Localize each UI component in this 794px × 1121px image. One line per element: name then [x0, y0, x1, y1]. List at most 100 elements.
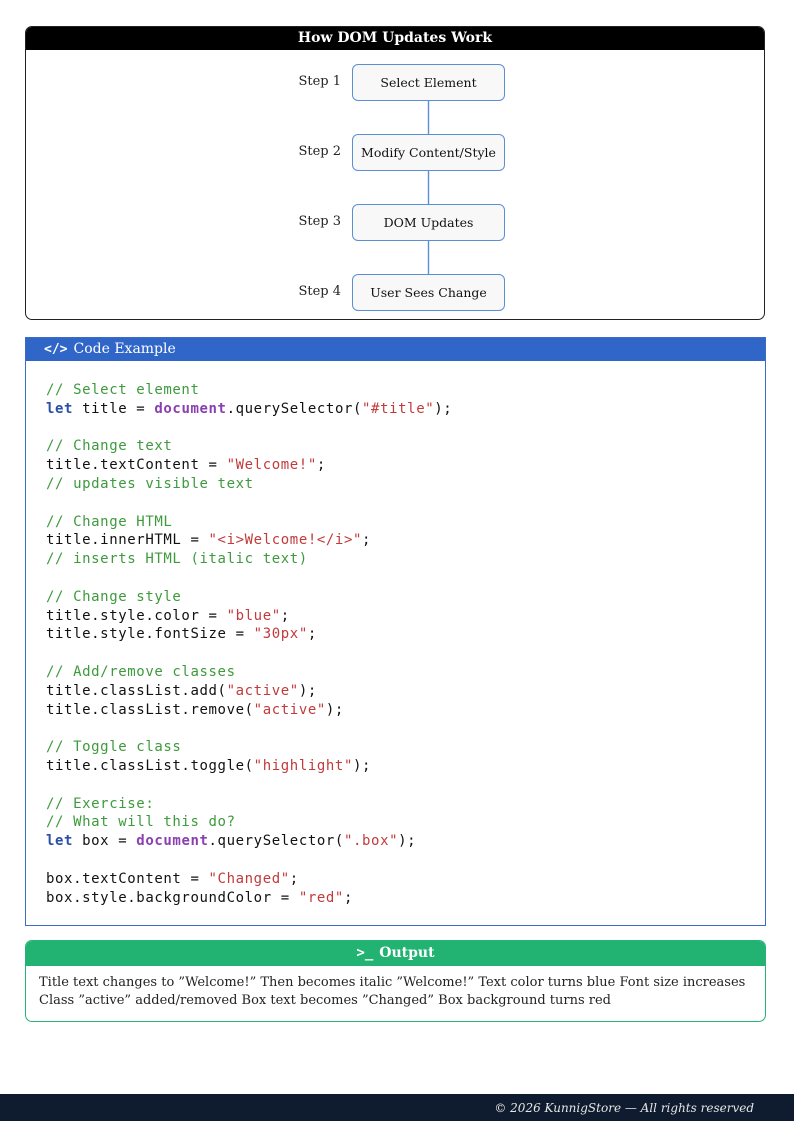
- code-line: let box = document.querySelector(".box")…: [46, 832, 765, 851]
- code-token-plain: .querySelector(: [208, 833, 344, 850]
- code-brackets-icon: </>: [44, 342, 68, 357]
- code-token-plain: ;: [307, 626, 317, 643]
- code-line: title.innerHTML = "<i>Welcome!</i>";: [46, 531, 765, 550]
- code-token-plain: box =: [73, 833, 137, 850]
- code-token-plain: box.style.backgroundColor =: [46, 889, 299, 906]
- code-line: title.classList.toggle("highlight");: [46, 757, 765, 776]
- code-token-str: "active": [253, 701, 326, 718]
- code-token-plain: );: [353, 757, 372, 774]
- code-token-str: "active": [226, 682, 299, 699]
- code-token-plain: );: [398, 833, 417, 850]
- output-text: Title text changes to ”Welcome!” Then be…: [39, 975, 746, 1008]
- code-line: let title = document.querySelector("#tit…: [46, 400, 765, 419]
- code-token-comment: // Toggle class: [46, 739, 182, 756]
- code-title: Code Example: [73, 341, 176, 357]
- code-line: box.style.backgroundColor = "red";: [46, 889, 765, 908]
- code-line: title.classList.add("active");: [46, 682, 765, 701]
- code-token-plain: title.classList.add(: [46, 682, 227, 699]
- code-token-comment: // updates visible text: [46, 475, 254, 492]
- step-2-label: Step 2: [298, 144, 341, 159]
- code-line: // Change style: [46, 588, 765, 607]
- code-token-plain: title =: [73, 400, 155, 417]
- code-token-plain: title.style.color =: [46, 607, 227, 624]
- code-block: // Select element let title = document.qu…: [26, 361, 765, 907]
- code-token-comment: // Change style: [46, 588, 182, 605]
- copyright-text: © 2026 KunnigStore — All rights reserved: [494, 1100, 754, 1115]
- flow-title: How DOM Updates Work: [26, 27, 764, 50]
- code-token-str: "highlight": [253, 757, 353, 774]
- code-token-doc: document: [136, 833, 209, 850]
- code-line: // Toggle class: [46, 738, 765, 757]
- step-4-node: User Sees Change: [352, 274, 505, 311]
- code-token-str: "blue": [226, 607, 281, 624]
- code-token-kw: let: [46, 400, 74, 417]
- code-line: // inserts HTML (italic text): [46, 550, 765, 569]
- footer: © 2026 KunnigStore — All rights reserved: [0, 1094, 794, 1121]
- code-line: // Exercise:: [46, 795, 765, 814]
- code-line: // What will this do?: [46, 813, 765, 832]
- code-line: title.textContent = "Welcome!";: [46, 456, 765, 475]
- code-token-str: ".box": [343, 833, 399, 850]
- code-token-str: "<i>Welcome!</i>": [208, 532, 363, 549]
- code-line: // Change HTML: [46, 513, 765, 532]
- code-token-plain: );: [434, 400, 453, 417]
- code-example-panel: </> Code Example // Select element let ti…: [25, 337, 766, 926]
- code-token-comment: // Add/remove classes: [46, 663, 236, 680]
- output-title: Output: [379, 945, 435, 961]
- code-line: // Change text: [46, 437, 765, 456]
- code-token-plain: title.innerHTML =: [46, 532, 209, 549]
- code-line: // Add/remove classes: [46, 663, 765, 682]
- code-token-comment: // Exercise:: [46, 795, 155, 812]
- code-token-str: "#title": [362, 400, 435, 417]
- code-token-comment: // Change HTML: [46, 513, 173, 530]
- code-line: title.style.fontSize = "30px";: [46, 625, 765, 644]
- code-token-plain: ;: [343, 889, 353, 906]
- terminal-icon: >_: [356, 945, 374, 961]
- code-token-comment: // Change text: [46, 438, 173, 455]
- code-token-plain: title.classList.toggle(: [46, 757, 254, 774]
- step-1-node: Select Element: [352, 64, 505, 101]
- code-token-doc: document: [154, 400, 227, 417]
- code-header: </> Code Example: [26, 338, 765, 361]
- output-panel: >_ Output Title text changes to ”Welcome!…: [25, 940, 766, 1022]
- code-token-plain: ;: [362, 532, 372, 549]
- step-3-node: DOM Updates: [352, 204, 505, 241]
- code-token-kw: let: [46, 833, 74, 850]
- step-3-label: Step 3: [298, 214, 341, 229]
- code-token-comment: // inserts HTML (italic text): [46, 551, 308, 568]
- code-token-plain: ;: [289, 870, 299, 887]
- flow-body: Step 1 Select Element Step 2 Modify Cont…: [26, 50, 764, 319]
- code-line: // updates visible text: [46, 475, 765, 494]
- code-token-plain: box.textContent =: [46, 870, 209, 887]
- code-line: box.textContent = "Changed";: [46, 870, 765, 889]
- dom-updates-flow-panel: How DOM Updates Work Step 1 Select Eleme…: [25, 26, 765, 320]
- code-token-plain: title.classList.remove(: [46, 701, 254, 718]
- code-token-str: "30px": [253, 626, 308, 643]
- code-token-str: "Changed": [208, 870, 290, 887]
- code-line: // Select element: [46, 381, 765, 400]
- code-token-plain: title.textContent =: [46, 457, 227, 474]
- code-line: title.style.color = "blue";: [46, 607, 765, 626]
- code-token-plain: title.style.fontSize =: [46, 626, 254, 643]
- step-2-node: Modify Content/Style: [352, 134, 505, 171]
- code-token-plain: ;: [280, 607, 290, 624]
- code-token-plain: .querySelector(: [226, 400, 363, 417]
- code-token-plain: );: [298, 682, 317, 699]
- step-4-label: Step 4: [298, 284, 341, 299]
- code-token-str: "Welcome!": [226, 457, 317, 474]
- step-1-label: Step 1: [298, 74, 341, 89]
- code-token-comment: // What will this do?: [46, 814, 236, 831]
- code-token-plain: ;: [316, 457, 326, 474]
- code-token-str: "red": [298, 889, 344, 906]
- code-line: title.classList.remove("active");: [46, 701, 765, 720]
- output-header: >_ Output: [26, 941, 765, 966]
- code-token-comment: // Select element: [46, 382, 200, 398]
- code-token-plain: );: [325, 701, 344, 718]
